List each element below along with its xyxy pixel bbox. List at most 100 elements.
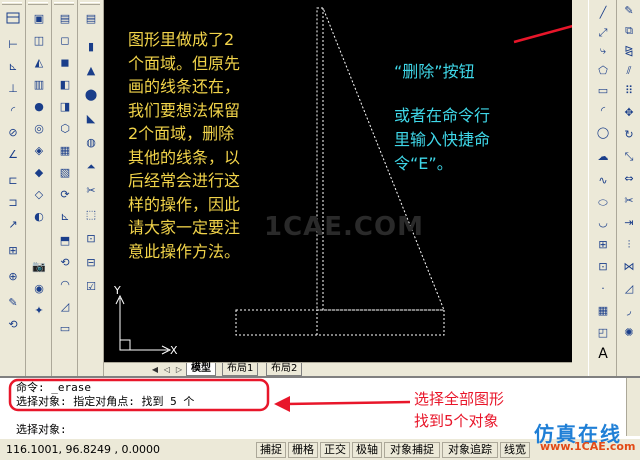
subtract-icon[interactable]: ◆ <box>31 164 47 180</box>
move-icon[interactable]: ✥ <box>621 104 637 120</box>
toolbar-grip[interactable] <box>80 2 100 5</box>
hatch-icon[interactable]: ▦ <box>595 302 611 318</box>
insert-block-icon[interactable]: ⊞ <box>595 236 611 252</box>
solid-pyramid-icon[interactable]: ⏶ <box>83 158 99 174</box>
layer-icon[interactable] <box>5 10 21 26</box>
solid-separate-icon[interactable]: ⊟ <box>83 254 99 270</box>
camera-icon[interactable]: 📷 <box>31 258 47 274</box>
revision-cloud-icon[interactable]: ☁ <box>595 148 611 164</box>
extrude-icon[interactable]: ⬒ <box>57 232 73 248</box>
tab-next-icon[interactable]: ▷ <box>174 364 184 375</box>
array-icon[interactable]: ⠿ <box>621 82 637 98</box>
view-top-icon[interactable]: ◻ <box>57 32 73 48</box>
hide-icon[interactable]: ▧ <box>57 164 73 180</box>
dim-diameter-icon[interactable]: ⊘ <box>5 124 21 140</box>
ellipse-arc-icon[interactable]: ◡ <box>595 214 611 230</box>
join-icon[interactable]: ⋈ <box>621 258 637 274</box>
copy-icon[interactable]: ⧉ <box>621 22 637 38</box>
view-right-icon[interactable]: ◨ <box>57 98 73 114</box>
chamfer-3d-icon[interactable]: ◿ <box>57 298 73 314</box>
mirror-icon[interactable]: ⧎ <box>621 42 637 58</box>
dim-edit-icon[interactable]: ✎ <box>5 294 21 310</box>
solid-check-icon[interactable]: ☑ <box>83 278 99 294</box>
solid-shell-icon[interactable]: ⬚ <box>83 206 99 222</box>
slice-icon[interactable]: ◐ <box>31 208 47 224</box>
tab-first-icon[interactable]: ◀ <box>150 364 160 375</box>
solid-sphere-icon[interactable]: ⬤ <box>83 86 99 102</box>
dim-continue-icon[interactable]: ⊐ <box>5 194 21 210</box>
view-iso-icon[interactable]: ⬡ <box>57 120 73 136</box>
ucs-icon[interactable]: ⊾ <box>57 208 73 224</box>
solid-torus-icon[interactable]: ◍ <box>83 134 99 150</box>
dim-aligned-icon[interactable]: ⊾ <box>5 58 21 74</box>
stretch-icon[interactable]: ⇔ <box>621 170 637 186</box>
mtext-icon[interactable]: A <box>595 346 611 362</box>
ellipse-icon[interactable]: ⬭ <box>595 194 611 210</box>
dim-ordinate-icon[interactable]: ⊥ <box>5 80 21 96</box>
tab-prev-icon[interactable]: ◁ <box>162 364 172 375</box>
dim-linear-icon[interactable]: ⊢ <box>5 36 21 52</box>
dim-baseline-icon[interactable]: ⊏ <box>5 172 21 188</box>
view-front-icon[interactable]: ◼ <box>57 54 73 70</box>
erase-icon[interactable]: ✎ <box>621 2 637 18</box>
scale-icon[interactable]: ⤡ <box>621 148 637 164</box>
fillet-icon[interactable]: ◞ <box>621 302 637 318</box>
offset-icon[interactable]: ⫽ <box>621 62 637 78</box>
rotate-icon[interactable]: ↻ <box>621 126 637 142</box>
command-prompt[interactable]: 选择对象: <box>16 423 67 436</box>
tolerance-icon[interactable]: ⊞ <box>5 242 21 258</box>
solid-edit-icon[interactable]: ✂ <box>83 182 99 198</box>
toolbar-grip[interactable] <box>28 2 48 5</box>
chamfer-icon[interactable]: ◿ <box>621 280 637 296</box>
polygon-icon[interactable]: ⬠ <box>595 62 611 78</box>
ortho-toggle[interactable]: 正交 <box>320 442 350 458</box>
toolbar-grip[interactable] <box>2 2 22 5</box>
tab-layout1[interactable]: 布局1 <box>222 363 259 376</box>
solid-cone-icon[interactable]: ▲ <box>83 62 99 78</box>
line-icon[interactable]: ╱ <box>595 4 611 20</box>
box-icon[interactable]: ▣ <box>31 10 47 26</box>
trim-icon[interactable]: ✂ <box>621 192 637 208</box>
osnap-toggle[interactable]: 对象捕捉 <box>384 442 440 458</box>
render-icon[interactable]: ◉ <box>31 280 47 296</box>
polyline-icon[interactable]: ⤷ <box>595 42 611 58</box>
view-left-icon[interactable]: ◧ <box>57 76 73 92</box>
cube-icon[interactable]: ◫ <box>31 32 47 48</box>
extend-icon[interactable]: ⇥ <box>621 214 637 230</box>
base-rectangle[interactable] <box>235 309 445 336</box>
toolbar-grip[interactable] <box>54 2 74 5</box>
tab-layout2[interactable]: 布局2 <box>266 363 303 376</box>
spline-icon[interactable]: ∿ <box>595 172 611 188</box>
break-icon[interactable]: ⫶ <box>621 236 637 252</box>
construction-line-icon[interactable]: ⤢ <box>595 24 611 40</box>
shade-icon[interactable]: ▦ <box>57 142 73 158</box>
grid-toggle[interactable]: 栅格 <box>288 442 318 458</box>
tab-model[interactable]: 模型 <box>186 363 216 376</box>
solid-box-icon[interactable]: ▤ <box>83 10 99 26</box>
region-base[interactable] <box>236 309 445 336</box>
solid-cylinder-icon[interactable]: ▮ <box>83 38 99 54</box>
union-icon[interactable]: ◈ <box>31 142 47 158</box>
solid-imprint-icon[interactable]: ⊡ <box>83 230 99 246</box>
dim-update-icon[interactable]: ⟲ <box>5 316 21 332</box>
polar-toggle[interactable]: 极轴 <box>352 442 382 458</box>
cylinder-icon[interactable]: ▥ <box>31 76 47 92</box>
dim-radius-icon[interactable]: ◜ <box>5 102 21 118</box>
fillet-3d-icon[interactable]: ◠ <box>57 276 73 292</box>
light-icon[interactable]: ✦ <box>31 302 47 318</box>
surface-icon[interactable]: ▤ <box>57 10 73 26</box>
section-icon[interactable]: ▭ <box>57 320 73 336</box>
sphere-icon[interactable]: ● <box>31 98 47 114</box>
region-icon[interactable]: ◰ <box>595 324 611 340</box>
dim-angular-icon[interactable]: ∠ <box>5 146 21 162</box>
circle-icon[interactable]: ◯ <box>595 124 611 140</box>
arc-icon[interactable]: ◜ <box>595 102 611 118</box>
center-mark-icon[interactable]: ⊕ <box>5 268 21 284</box>
point-icon[interactable]: · <box>595 280 611 296</box>
solid-wedge-icon[interactable]: ◣ <box>83 110 99 126</box>
leader-icon[interactable]: ↗ <box>5 216 21 232</box>
make-block-icon[interactable]: ⊡ <box>595 258 611 274</box>
explode-icon[interactable]: ✺ <box>621 324 637 340</box>
snap-toggle[interactable]: 捕捉 <box>256 442 286 458</box>
intersect-icon[interactable]: ◇ <box>31 186 47 202</box>
